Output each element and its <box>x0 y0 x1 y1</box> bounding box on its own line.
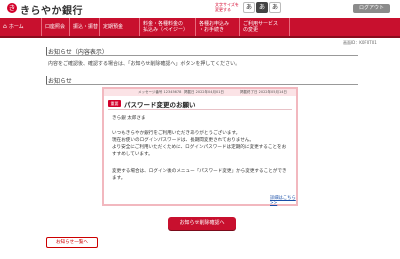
bank-logo-icon: き <box>7 3 17 13</box>
detail-link[interactable]: 詳細はこちら>> <box>270 195 296 206</box>
nav-item-inquiry[interactable]: 口座照会 <box>42 18 70 36</box>
fontsize-small-button[interactable]: あ <box>243 2 255 13</box>
nav-item-label: 振込・振替 <box>73 24 99 30</box>
message-number: メッセージ番号 12345678 <box>138 90 182 94</box>
page-intro: 内容をご確認後、確認する場合は、「お知らせ削除確認へ」ボタンを押してください。 <box>48 61 241 67</box>
title-divider <box>46 55 358 56</box>
nav-item-label: の変更 <box>243 27 259 33</box>
message-body-line: 変更する場合は、ログイン後のメニュー「パスワード変更」から変更することができ <box>112 169 287 174</box>
message-box: メッセージ番号 12345678 掲載日 2022年04月01日 掲載終了日 2… <box>102 87 298 206</box>
back-to-list-button[interactable]: お知らせ一覧へ <box>46 237 98 248</box>
home-icon: ⌂ <box>3 23 7 30</box>
nav-item-home[interactable]: ⌂ ホーム <box>0 18 42 36</box>
message-body-line: ます。 <box>112 176 126 181</box>
nav-item-label: 払込み（ペイジー） <box>143 27 189 33</box>
section-accent <box>46 76 47 84</box>
nav-item-fixed-deposit[interactable]: 定期預金 <box>100 18 140 36</box>
main-nav: ⌂ ホーム 口座照会 振込・振替 定期預金 料金・各種料金の 払込み（ペイジー）… <box>0 18 400 38</box>
nav-item-transfer[interactable]: 振込・振替 <box>70 18 100 36</box>
message-body-line: いつもきらやか銀行をご利用いただきありがとうございます。 <box>112 131 241 136</box>
screen-id: 画面ID：K0F0T01 <box>343 40 377 45</box>
header: き きらやか銀行 文字サイズを変更する あ あ あ ログアウト <box>0 0 400 17</box>
nav-item-label: ホーム <box>8 24 24 30</box>
message-recipient: きら銀 太郎さま <box>112 116 146 121</box>
fontsize-large-button[interactable]: あ <box>269 2 281 13</box>
delete-confirm-button[interactable]: お知らせ削除確認へ <box>168 217 236 230</box>
message-divider <box>108 109 292 110</box>
title-accent <box>46 47 47 55</box>
section-divider <box>46 84 358 85</box>
message-body-line: より安全にご利用いただくために、ログインパスワードは定期的に変更することをお <box>112 145 287 150</box>
message-date: 掲載日 2022年04月01日 <box>184 90 224 94</box>
fontsize-medium-button[interactable]: あ <box>256 2 268 13</box>
important-badge: 重要 <box>108 100 121 107</box>
message-subject: パスワード変更のお願い <box>124 101 196 109</box>
nav-item-label: ・お手続き <box>199 27 225 33</box>
logout-button[interactable]: ログアウト <box>353 4 390 13</box>
fontsize-label: 文字サイズを変更する <box>215 2 239 12</box>
message-body-line: 現在お使いのログインパスワードは、長期間変更されておりません。 <box>112 138 254 143</box>
message-body-line: すすめしています。 <box>112 152 153 157</box>
nav-item-applications[interactable]: 各種お申込み ・お手続き <box>196 18 240 36</box>
nav-item-payment[interactable]: 料金・各種料金の 払込み（ペイジー） <box>140 18 196 36</box>
nav-item-label: 定期預金 <box>103 24 124 30</box>
bank-name: きらやか銀行 <box>20 6 83 17</box>
message-meta: メッセージ番号 12345678 掲載日 2022年04月01日 掲載終了日 2… <box>104 89 296 96</box>
nav-item-label: 口座照会 <box>45 24 66 30</box>
message-expire-date: 掲載終了日 2022年05月14日 <box>240 90 287 94</box>
nav-item-service-settings[interactable]: ご利用サービス の変更 <box>240 18 290 36</box>
